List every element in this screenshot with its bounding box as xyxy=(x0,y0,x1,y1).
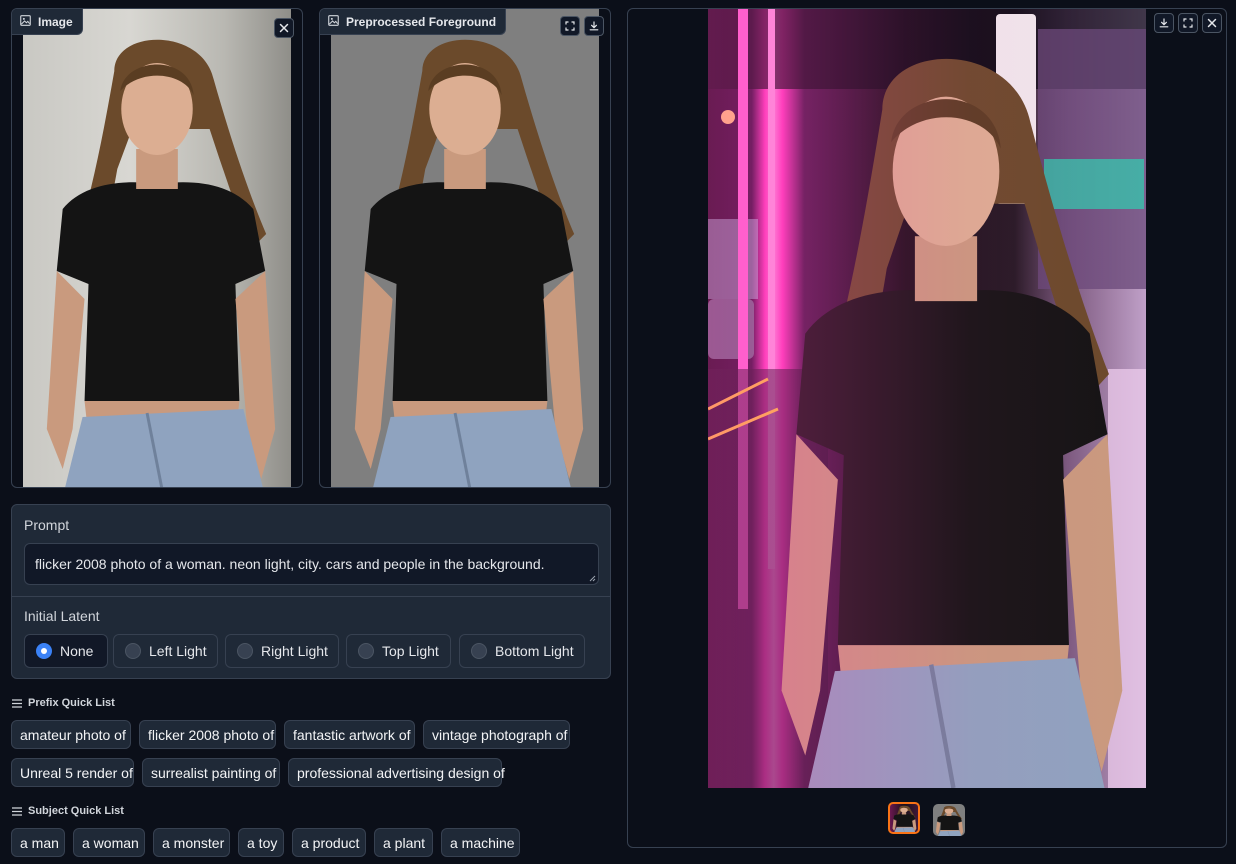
latent-option-left-light[interactable]: Left Light xyxy=(113,634,218,668)
subject-chip[interactable]: a monster xyxy=(153,828,230,857)
download-button[interactable] xyxy=(584,16,604,36)
subject-quick-list-title: Subject Quick List xyxy=(12,805,124,817)
latent-option-label: Right Light xyxy=(261,643,328,659)
initial-latent-label: Initial Latent xyxy=(24,608,100,624)
download-icon xyxy=(589,21,599,31)
download-icon xyxy=(1159,18,1169,28)
subject-chip[interactable]: a woman xyxy=(73,828,145,857)
section-divider xyxy=(12,596,610,597)
thumbnail-subject xyxy=(890,804,918,832)
radio-unselected-icon xyxy=(125,643,141,659)
fullscreen-icon xyxy=(1183,18,1193,28)
gallery-download-button[interactable] xyxy=(1154,13,1174,33)
foreground-label: Preprocessed Foreground xyxy=(320,9,507,35)
latent-option-bottom-light[interactable]: Bottom Light xyxy=(459,634,585,668)
prefix-chip[interactable]: professional advertising design of xyxy=(288,758,505,787)
thumbnail-subject xyxy=(933,804,965,836)
prompt-text: flicker 2008 photo of a woman. neon ligh… xyxy=(35,556,545,572)
close-icon xyxy=(279,23,289,33)
close-icon xyxy=(1207,18,1217,28)
prefix-chip[interactable]: flicker 2008 photo of xyxy=(139,720,276,749)
radio-unselected-icon xyxy=(471,643,487,659)
gallery-thumbnail[interactable] xyxy=(933,804,965,836)
foreground-image-panel: Preprocessed Foreground xyxy=(319,8,611,488)
latent-option-label: Bottom Light xyxy=(495,643,574,659)
subject-chip[interactable]: a product xyxy=(292,828,366,857)
gallery-close-button[interactable] xyxy=(1202,13,1222,33)
prefix-chip[interactable]: vintage photograph of xyxy=(423,720,570,749)
list-icon xyxy=(12,699,22,708)
latent-option-right-light[interactable]: Right Light xyxy=(225,634,339,668)
prefix-quick-list-title: Prefix Quick List xyxy=(12,697,115,709)
input-image xyxy=(23,9,291,488)
radio-unselected-icon xyxy=(358,643,374,659)
image-label: Image xyxy=(12,9,83,35)
prompt-settings-box: Prompt flicker 2008 photo of a woman. ne… xyxy=(11,504,611,679)
subject-quick-list-label: Subject Quick List xyxy=(28,805,124,817)
resize-grip-icon[interactable] xyxy=(589,575,596,582)
prefix-chip[interactable]: surrealist painting of xyxy=(142,758,280,787)
list-icon xyxy=(12,807,22,816)
latent-option-top-light[interactable]: Top Light xyxy=(346,634,451,668)
image-icon xyxy=(20,15,31,29)
prefix-chip[interactable]: amateur photo of xyxy=(11,720,131,749)
input-image-panel[interactable]: Image xyxy=(11,8,303,488)
fullscreen-button[interactable] xyxy=(560,16,580,36)
subject-chip[interactable]: a toy xyxy=(238,828,284,857)
foreground-image-subject xyxy=(331,9,599,488)
clear-image-button[interactable] xyxy=(274,18,294,38)
prompt-textarea[interactable]: flicker 2008 photo of a woman. neon ligh… xyxy=(24,543,599,585)
latent-option-label: Top Light xyxy=(382,643,439,659)
fullscreen-icon xyxy=(565,21,575,31)
latent-option-none[interactable]: None xyxy=(24,634,108,668)
latent-option-label: Left Light xyxy=(149,643,207,659)
radio-unselected-icon xyxy=(237,643,253,659)
prefix-quick-list-label: Prefix Quick List xyxy=(28,697,115,709)
foreground-image xyxy=(331,9,599,488)
output-image[interactable] xyxy=(708,9,1146,788)
latent-option-label: None xyxy=(60,643,94,659)
gallery-fullscreen-button[interactable] xyxy=(1178,13,1198,33)
subject-chip[interactable]: a man xyxy=(11,828,65,857)
image-icon xyxy=(328,15,339,29)
subject-chip[interactable]: a machine xyxy=(441,828,520,857)
gallery-thumbnail-selected[interactable] xyxy=(888,802,920,834)
prefix-chip[interactable]: Unreal 5 render of xyxy=(11,758,134,787)
image-label-text: Image xyxy=(38,14,73,29)
prefix-chip[interactable]: fantastic artwork of xyxy=(284,720,415,749)
output-gallery-panel xyxy=(627,8,1227,848)
foreground-label-text: Preprocessed Foreground xyxy=(346,14,497,29)
radio-selected-icon xyxy=(36,643,52,659)
prompt-label: Prompt xyxy=(24,517,70,533)
neon-glow-overlay xyxy=(708,9,1146,788)
subject-chip[interactable]: a plant xyxy=(374,828,433,857)
input-image-subject xyxy=(23,9,291,488)
